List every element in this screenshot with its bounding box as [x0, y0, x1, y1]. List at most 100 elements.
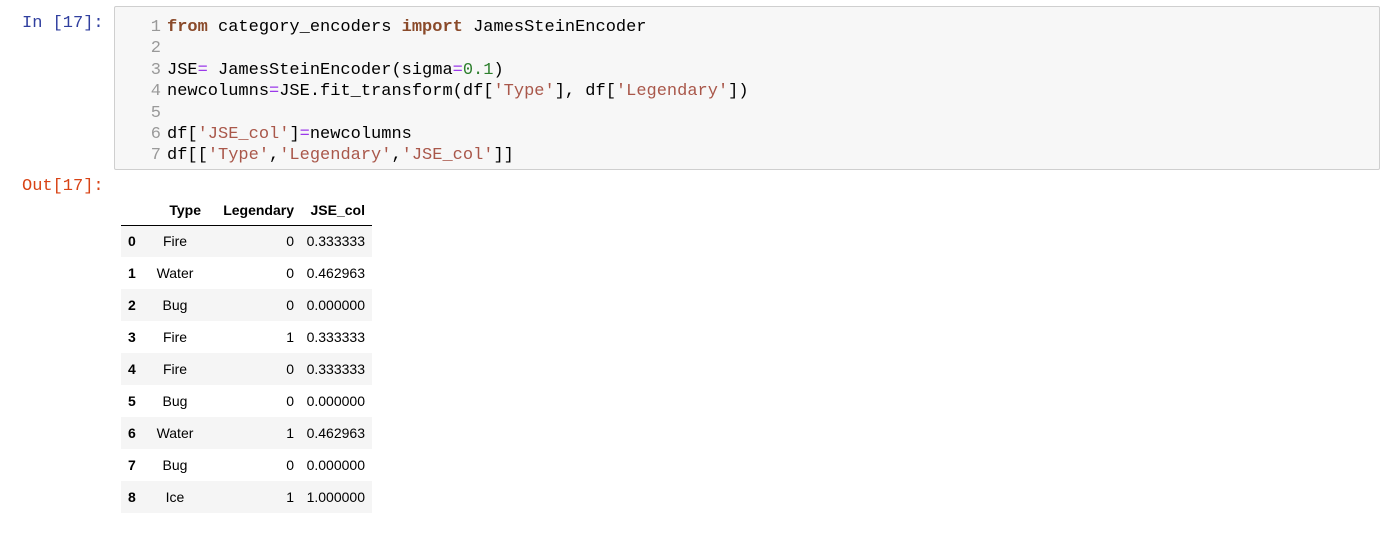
table-row: 8 Ice 1 1.000000 [121, 481, 372, 513]
code-text: df['JSE_col']=newcolumns [167, 124, 412, 146]
cell-type: Fire [162, 233, 188, 250]
input-prompt: In [17]: [22, 14, 104, 33]
code-token: df[ [167, 125, 198, 144]
code-token: ]] [493, 146, 514, 166]
cell-legendary: 1 [286, 329, 294, 345]
cell-legendary: 0 [286, 233, 294, 250]
cell-type: Water [156, 265, 194, 281]
code-text: JSE= JamesSteinEncoder(sigma=0.1) [167, 60, 504, 82]
code-text: df[['Type','Legendary','JSE_col']] [167, 145, 514, 167]
code-token: category_encoders [207, 18, 402, 37]
code-token: 'Legendary' [279, 146, 392, 166]
cell-type: Ice [165, 489, 185, 505]
line-number: 2 [150, 39, 161, 59]
row-index: 2 [128, 297, 136, 313]
table-row: 6 Water 1 0.462963 [121, 417, 372, 449]
code-token: newcolumns [167, 82, 270, 102]
code-token: = [299, 125, 310, 144]
table-row: 0 Fire 0 0.333333 [121, 225, 372, 257]
table-header-row: Type Legendary JSE_col [121, 196, 372, 226]
line-number: 1 [150, 18, 161, 37]
row-index: 7 [128, 457, 136, 473]
cell-type: Bug [162, 393, 188, 409]
line-number: 5 [150, 103, 161, 123]
code-token: 'Type' [493, 82, 555, 102]
code-token: 0.1 [462, 60, 494, 80]
row-index: 6 [128, 425, 136, 441]
cell-type: Water [156, 425, 194, 441]
column-header-jse-col: JSE_col [294, 196, 372, 226]
code-line: 6 df['JSE_col']=newcolumns [115, 124, 1379, 146]
table-row: 5 Bug 0 0.000000 [121, 385, 372, 417]
code-token: newcolumns [309, 125, 412, 144]
cell-legendary: 0 [286, 297, 294, 313]
code-token: ) [493, 60, 504, 80]
index-header [121, 196, 149, 226]
code-token: 'Legendary' [615, 82, 729, 102]
cell-type: Bug [162, 457, 188, 473]
cell-type: Bug [162, 297, 188, 313]
code-token: JamesSteinEncoder(sigma [207, 60, 453, 80]
cell-type: Fire [162, 361, 188, 377]
code-token: JSE.fit_transform(df[ [279, 82, 494, 102]
code-line: 5 [115, 103, 1379, 125]
line-number: 4 [150, 82, 161, 102]
code-line: 2 [115, 38, 1379, 60]
table-row: 1 Water 0 0.462963 [121, 257, 372, 289]
cell-legendary: 0 [286, 361, 294, 377]
code-token: , [269, 146, 280, 166]
code-line: 3 JSE= JamesSteinEncoder(sigma=0.1) [115, 60, 1379, 82]
code-token: import [401, 18, 463, 37]
code-line: 7 df[['Type','Legendary','JSE_col']] [115, 145, 1379, 167]
code-token: , [391, 146, 402, 166]
code-line: 1 from category_encoders import JamesStei… [115, 17, 1379, 39]
cell-jse-col: 0.000000 [306, 393, 365, 409]
cell-type: Fire [162, 329, 188, 345]
code-token: ], df[ [554, 82, 616, 102]
row-index: 3 [128, 329, 136, 345]
code-line: 4 newcolumns=JSE.fit_transform(df['Type']… [115, 81, 1379, 103]
column-header-legendary: Legendary [201, 196, 294, 226]
code-token: 'Type' [207, 146, 270, 166]
code-token: = [197, 60, 208, 80]
cell-jse-col: 0.462963 [306, 425, 365, 441]
row-index: 4 [128, 361, 136, 377]
code-token: df[[ [167, 146, 208, 166]
code-text: from category_encoders import JamesStein… [167, 17, 647, 39]
cell-legendary: 1 [286, 425, 294, 441]
cell-jse-col: 0.333333 [306, 361, 365, 377]
line-number: 3 [150, 60, 161, 80]
code-cell[interactable]: 1 from category_encoders import JamesStei… [114, 6, 1380, 170]
code-token: ]) [728, 82, 749, 102]
code-text: newcolumns=JSE.fit_transform(df['Type'],… [167, 81, 749, 103]
code-token: 'JSE_col' [401, 146, 494, 166]
code-token: ] [289, 125, 300, 144]
cell-legendary: 1 [286, 489, 294, 505]
row-index: 1 [128, 265, 136, 281]
table-row: 3 Fire 1 0.333333 [121, 321, 372, 353]
code-token: JamesSteinEncoder [462, 18, 647, 37]
row-index: 8 [128, 489, 136, 505]
table-row: 7 Bug 0 0.000000 [121, 449, 372, 481]
line-number: 7 [150, 146, 161, 166]
cell-jse-col: 0.000000 [306, 457, 365, 473]
code-token: from [167, 18, 208, 37]
cell-jse-col: 1.000000 [306, 489, 365, 505]
table-row: 4 Fire 0 0.333333 [121, 353, 372, 385]
cell-jse-col: 0.000000 [306, 297, 365, 313]
column-header-type: Type [149, 196, 201, 226]
cell-jse-col: 0.333333 [306, 329, 365, 345]
dataframe-output: Type Legendary JSE_col 0 Fire 0 0.333333 1 Wa… [121, 196, 372, 513]
cell-jse-col: 0.333333 [306, 233, 365, 250]
code-token: 'JSE_col' [197, 125, 290, 144]
output-prompt: Out[17]: [22, 177, 104, 196]
code-token: = [269, 82, 280, 102]
table-row: 2 Bug 0 0.000000 [121, 289, 372, 321]
code-token: JSE [167, 60, 198, 80]
row-index: 0 [128, 233, 136, 250]
cell-legendary: 0 [286, 393, 294, 409]
cell-legendary: 0 [286, 457, 294, 473]
cell-legendary: 0 [286, 265, 294, 281]
cell-jse-col: 0.462963 [306, 265, 365, 281]
code-token: = [452, 60, 463, 80]
